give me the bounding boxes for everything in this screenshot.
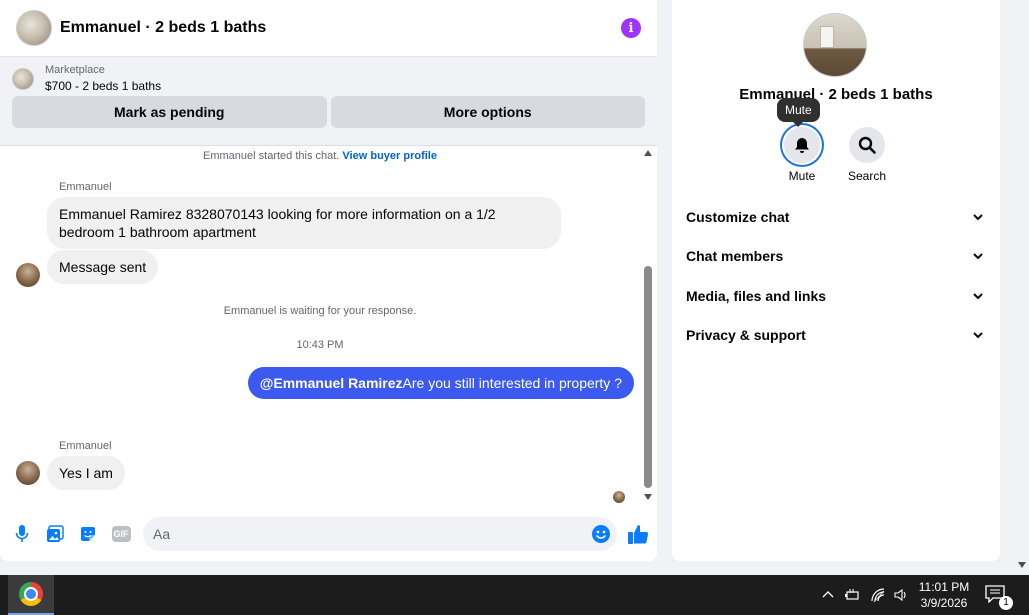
chat-panel: Emmanuel · 2 beds 1 baths i Marketplace …: [0, 0, 657, 561]
section-chat-members[interactable]: Chat members: [672, 237, 1000, 277]
clock-date: 3/9/2026: [920, 596, 968, 610]
scroll-down-arrow-icon[interactable]: [644, 494, 652, 500]
scroll-thumb[interactable]: [644, 266, 652, 488]
photo-icon[interactable]: [45, 524, 65, 544]
search-action[interactable]: Search: [837, 127, 897, 183]
notification-badge: 1: [999, 596, 1013, 610]
search-button[interactable]: [849, 127, 885, 163]
message-input-wrap: [143, 517, 617, 551]
listing-avatar[interactable]: [16, 10, 52, 46]
chrome-icon: [19, 582, 43, 606]
taskbar-clock[interactable]: 11:01 PM 3/9/2026: [915, 579, 973, 611]
chevron-down-icon: [973, 253, 983, 260]
mark-as-pending-button[interactable]: Mark as pending: [12, 96, 327, 128]
message-bubble-incoming[interactable]: Emmanuel Ramirez 8328070143 looking for …: [47, 197, 561, 249]
chat-title[interactable]: Emmanuel · 2 beds 1 baths: [60, 19, 621, 37]
message-timestamp: 10:43 PM: [296, 339, 344, 351]
more-options-button[interactable]: More options: [330, 96, 645, 128]
message-composer: GIF: [0, 514, 657, 554]
seen-indicator-avatar: [613, 491, 625, 503]
search-label: Search: [847, 169, 887, 183]
clock-time: 11:01 PM: [918, 580, 970, 594]
sender-avatar[interactable]: [16, 263, 40, 287]
chevron-down-icon: [973, 214, 983, 221]
mute-label: Mute: [788, 169, 816, 183]
bell-icon: [795, 137, 809, 153]
view-buyer-profile-link[interactable]: View buyer profile: [342, 150, 437, 162]
mention[interactable]: @Emmanuel Ramirez: [260, 375, 403, 391]
waiting-notice: Emmanuel is waiting for your response.: [223, 305, 417, 317]
section-label: Privacy & support: [686, 327, 806, 344]
page-scroll-down-arrow-icon[interactable]: [1018, 562, 1026, 568]
listing-thumbnail[interactable]: [12, 67, 34, 90]
marketplace-label: Marketplace: [45, 64, 105, 76]
message-list: Emmanuel started this chat. View buyer p…: [0, 146, 640, 508]
section-privacy-support[interactable]: Privacy & support: [672, 316, 1000, 356]
profile-avatar[interactable]: [803, 13, 867, 77]
volume-icon[interactable]: [893, 587, 909, 603]
section-customize-chat[interactable]: Customize chat: [672, 197, 1000, 237]
message-scrollbar[interactable]: [643, 146, 653, 508]
marketplace-banner: Marketplace $700 - 2 beds 1 baths Mark a…: [0, 57, 657, 146]
microphone-icon[interactable]: [12, 524, 32, 544]
mute-tooltip: Mute: [777, 98, 820, 127]
section-media-files-links[interactable]: Media, files and links: [672, 276, 1000, 316]
wifi-icon[interactable]: [870, 587, 886, 603]
info-icon[interactable]: i: [621, 18, 641, 38]
section-label: Chat members: [686, 248, 784, 265]
conversation-info-panel: Emmanuel · 2 beds 1 baths Mute Search Mu…: [672, 0, 1000, 561]
emoji-icon[interactable]: [591, 524, 611, 544]
thumbs-up-icon[interactable]: [627, 523, 649, 545]
taskbar: 11:01 PM 3/9/2026 1: [0, 575, 1029, 615]
info-sections: Customize chat Chat members Media, files…: [672, 197, 1000, 355]
section-label: Media, files and links: [686, 287, 827, 304]
search-icon: [858, 136, 876, 154]
scroll-up-arrow-icon[interactable]: [644, 150, 652, 156]
sender-name: Emmanuel: [59, 181, 112, 193]
chevron-down-icon: [973, 293, 983, 300]
message-input[interactable]: [143, 526, 591, 542]
mute-button[interactable]: [784, 127, 820, 163]
sender-name: Emmanuel: [59, 440, 112, 452]
message-bubble-incoming[interactable]: Yes I am: [47, 456, 125, 490]
sticker-icon[interactable]: [78, 524, 98, 544]
notification-center-button[interactable]: 1: [985, 585, 1013, 610]
message-bubble-incoming[interactable]: Message sent: [47, 250, 159, 284]
chat-header: Emmanuel · 2 beds 1 baths i: [0, 0, 657, 57]
listing-price[interactable]: $700 - 2 beds 1 baths: [45, 79, 161, 93]
message-bubble-outgoing[interactable]: @Emmanuel RamirezAre you still intereste…: [247, 367, 634, 399]
profile-name[interactable]: Emmanuel · 2 beds 1 baths: [672, 86, 1000, 103]
system-tray: [820, 575, 909, 615]
gif-icon[interactable]: GIF: [111, 524, 131, 544]
chevron-up-icon[interactable]: [820, 587, 836, 603]
battery-icon[interactable]: [844, 587, 860, 603]
section-label: Customize chat: [686, 208, 790, 225]
chat-started-notice: Emmanuel started this chat. View buyer p…: [203, 150, 437, 162]
mute-action[interactable]: Mute: [772, 127, 832, 183]
chrome-taskbar-button[interactable]: [8, 575, 54, 615]
sender-avatar[interactable]: [16, 461, 40, 485]
chevron-down-icon: [973, 332, 983, 339]
